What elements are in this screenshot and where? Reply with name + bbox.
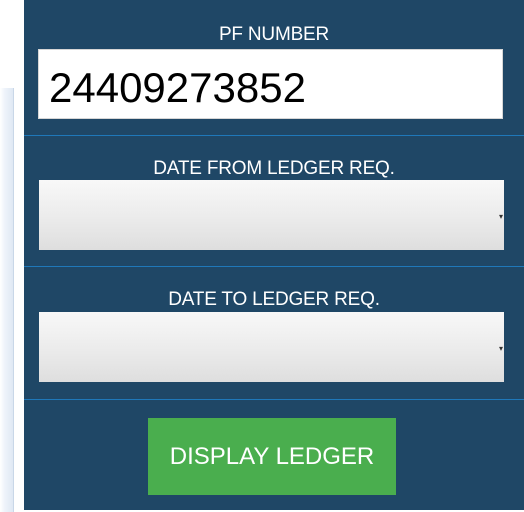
dropdown-arrow-icon: ▾ (498, 212, 503, 221)
date-from-select[interactable]: ▾ (39, 180, 504, 250)
date-to-select[interactable]: ▾ (39, 312, 504, 382)
pf-number-label: PF NUMBER (218, 24, 330, 45)
ledger-request-form: PF NUMBER DATE FROM LEDGER REQ. ▾ DATE T… (24, 0, 524, 510)
page-left-border (13, 88, 14, 512)
pf-number-input[interactable] (38, 49, 503, 119)
date-to-label: DATE TO LEDGER REQ. (168, 289, 380, 310)
display-ledger-button[interactable]: DISPLAY LEDGER (148, 418, 396, 495)
dropdown-arrow-icon: ▾ (498, 344, 503, 353)
section-divider (24, 266, 524, 267)
section-divider (24, 399, 524, 400)
section-divider (24, 135, 524, 136)
date-from-label: DATE FROM LEDGER REQ. (153, 158, 395, 179)
page-left-edge (0, 88, 14, 512)
